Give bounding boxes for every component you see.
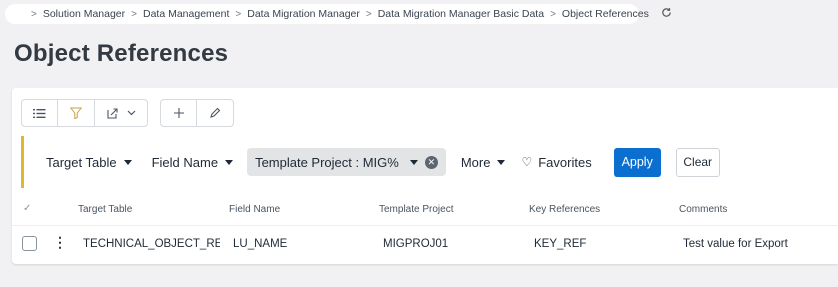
breadcrumb-item-data-migration-manager[interactable]: Data Migration Manager bbox=[247, 8, 360, 20]
filter-button[interactable] bbox=[58, 100, 95, 126]
apply-button[interactable]: Apply bbox=[613, 147, 661, 177]
filter-bar: Target Table Field Name Template Project… bbox=[21, 136, 838, 188]
chevron-right-icon: > bbox=[131, 8, 137, 20]
remove-filter-icon[interactable]: ✕ bbox=[424, 155, 438, 169]
chevron-right-icon: > bbox=[550, 8, 556, 20]
row-checkbox[interactable] bbox=[22, 236, 37, 251]
chevron-down-icon bbox=[127, 110, 136, 116]
breadcrumb-item-basic-data[interactable]: Data Migration Manager Basic Data bbox=[378, 8, 544, 20]
filter-icon bbox=[70, 107, 82, 119]
cell-template-project: MIGPROJ01 bbox=[383, 238, 449, 250]
table-row[interactable]: ⋮ TECHNICAL_OBJECT_REFE LU_NAME MIGPROJ0… bbox=[12, 225, 838, 261]
pencil-icon bbox=[209, 107, 221, 119]
toolbar-group-edit bbox=[160, 99, 234, 127]
column-header-target-table[interactable]: Target Table bbox=[78, 204, 132, 215]
column-header-field-name[interactable]: Field Name bbox=[229, 204, 280, 215]
cell-comments: Test value for Export bbox=[683, 238, 788, 250]
cell-key-references: KEY_REF bbox=[534, 238, 587, 250]
caret-down-icon bbox=[225, 159, 234, 165]
breadcrumb-item-data-management[interactable]: Data Management bbox=[143, 8, 229, 20]
caret-down-icon bbox=[123, 159, 132, 165]
breadcrumb-item-solution-manager[interactable]: Solution Manager bbox=[43, 8, 125, 20]
table-header: ✓ Target Table Field Name Template Proje… bbox=[12, 200, 838, 222]
toolbar bbox=[21, 99, 246, 127]
favorites-label: Favorites bbox=[538, 154, 592, 170]
chevron-right-icon: > bbox=[365, 8, 372, 20]
filter-chip-template-project[interactable]: Template Project : MIG% ✕ bbox=[247, 148, 446, 176]
cell-field-name: LU_NAME bbox=[233, 238, 288, 250]
page-title: Object References bbox=[14, 40, 229, 67]
filter-more[interactable]: More bbox=[461, 155, 506, 170]
clear-button[interactable]: Clear bbox=[675, 147, 720, 177]
column-header-key-references[interactable]: Key References bbox=[529, 204, 600, 215]
list-view-icon bbox=[33, 108, 46, 119]
filter-field-name[interactable]: Field Name bbox=[151, 154, 234, 170]
chevron-right-icon: > bbox=[31, 8, 37, 20]
filter-chip-label: Template Project : MIG% bbox=[255, 154, 399, 170]
filter-field-name-label: Field Name bbox=[151, 154, 219, 170]
breadcrumb-item-object-references: Object References bbox=[561, 8, 649, 20]
heart-icon: ♡ bbox=[521, 155, 533, 169]
column-header-template-project[interactable]: Template Project bbox=[379, 204, 453, 215]
favorites-button[interactable]: ♡ Favorites bbox=[521, 155, 591, 170]
filter-more-label: More bbox=[460, 154, 491, 170]
filter-target-table[interactable]: Target Table bbox=[46, 155, 132, 170]
caret-down-icon bbox=[497, 159, 506, 165]
export-menu-button[interactable] bbox=[95, 100, 147, 126]
filter-target-table-label: Target Table bbox=[46, 154, 117, 170]
refresh-icon[interactable] bbox=[661, 7, 672, 21]
toolbar-group-view bbox=[21, 99, 148, 127]
object-references-card: Target Table Field Name Template Project… bbox=[12, 88, 838, 264]
add-button[interactable] bbox=[161, 100, 197, 126]
chevron-right-icon: > bbox=[235, 8, 242, 20]
cell-target-table: TECHNICAL_OBJECT_REFE bbox=[83, 238, 220, 250]
select-all-check-icon[interactable]: ✓ bbox=[23, 203, 31, 214]
export-icon bbox=[106, 107, 119, 119]
breadcrumb: > Solution Manager > Data Management > D… bbox=[5, 4, 671, 24]
list-view-button[interactable] bbox=[22, 100, 58, 126]
plus-icon bbox=[173, 107, 185, 119]
caret-down-icon bbox=[409, 159, 418, 165]
column-header-comments[interactable]: Comments bbox=[679, 204, 727, 215]
edit-button[interactable] bbox=[197, 100, 233, 126]
row-more-options-icon[interactable]: ⋮ bbox=[53, 235, 67, 249]
